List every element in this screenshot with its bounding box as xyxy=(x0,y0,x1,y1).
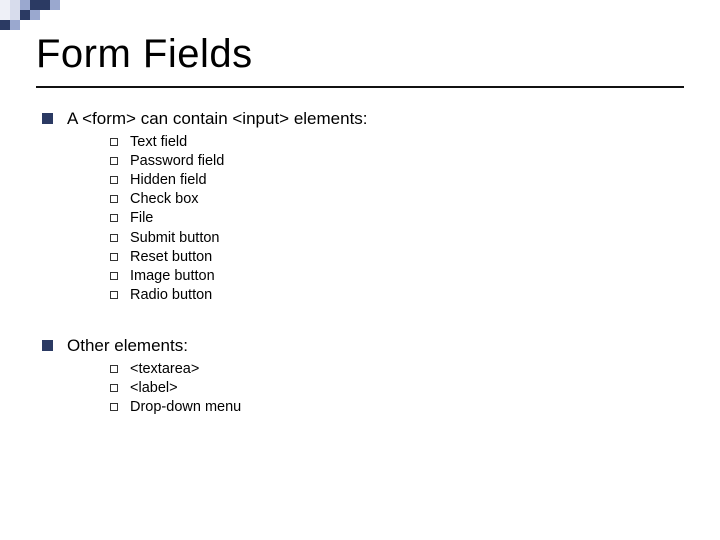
slide: Form Fields A <form> can contain <input>… xyxy=(0,0,720,540)
sub-bullet: File xyxy=(110,209,684,228)
open-square-icon xyxy=(110,253,118,261)
sub-bullet: Image button xyxy=(110,267,684,286)
open-square-icon xyxy=(110,272,118,280)
open-square-icon xyxy=(110,365,118,373)
sub-bullet-text: Submit button xyxy=(130,229,219,248)
slide-body: A <form> can contain <input> elements: T… xyxy=(42,102,684,431)
square-bullet-icon xyxy=(42,113,53,124)
open-square-icon xyxy=(110,176,118,184)
sub-bullet: Text field xyxy=(110,133,684,152)
sub-list: <textarea> <label> Drop-down menu xyxy=(110,360,684,417)
sub-bullet-text: Image button xyxy=(130,267,215,286)
open-square-icon xyxy=(110,291,118,299)
open-square-icon xyxy=(110,403,118,411)
open-square-icon xyxy=(110,195,118,203)
sub-bullet: Radio button xyxy=(110,286,684,305)
sub-bullet: Submit button xyxy=(110,229,684,248)
bullet-level1: Other elements: xyxy=(42,335,684,358)
sub-bullet: <textarea> xyxy=(110,360,684,379)
sub-bullet-text: File xyxy=(130,209,153,228)
open-square-icon xyxy=(110,138,118,146)
title-underline xyxy=(36,86,684,88)
sub-bullet-text: Check box xyxy=(130,190,199,209)
sub-bullet-text: Text field xyxy=(130,133,187,152)
sub-bullet-text: Drop-down menu xyxy=(130,398,241,417)
sub-list: Text field Password field Hidden field C… xyxy=(110,133,684,305)
sub-bullet-text: Radio button xyxy=(130,286,212,305)
sub-bullet: Drop-down menu xyxy=(110,398,684,417)
sub-bullet-text: Reset button xyxy=(130,248,212,267)
slide-title: Form Fields xyxy=(36,32,253,77)
sub-bullet: Password field xyxy=(110,152,684,171)
sub-bullet-text: Password field xyxy=(130,152,224,171)
open-square-icon xyxy=(110,214,118,222)
open-square-icon xyxy=(110,157,118,165)
square-bullet-icon xyxy=(42,340,53,351)
sub-bullet: Reset button xyxy=(110,248,684,267)
sub-bullet-text: Hidden field xyxy=(130,171,207,190)
sub-bullet-text: <label> xyxy=(130,379,178,398)
open-square-icon xyxy=(110,234,118,242)
sub-bullet-text: <textarea> xyxy=(130,360,199,379)
sub-bullet: Check box xyxy=(110,190,684,209)
bullet-level1: A <form> can contain <input> elements: xyxy=(42,108,684,131)
sub-bullet: Hidden field xyxy=(110,171,684,190)
bullet-text: A <form> can contain <input> elements: xyxy=(67,108,368,131)
sub-bullet: <label> xyxy=(110,379,684,398)
open-square-icon xyxy=(110,384,118,392)
bullet-text: Other elements: xyxy=(67,335,188,358)
